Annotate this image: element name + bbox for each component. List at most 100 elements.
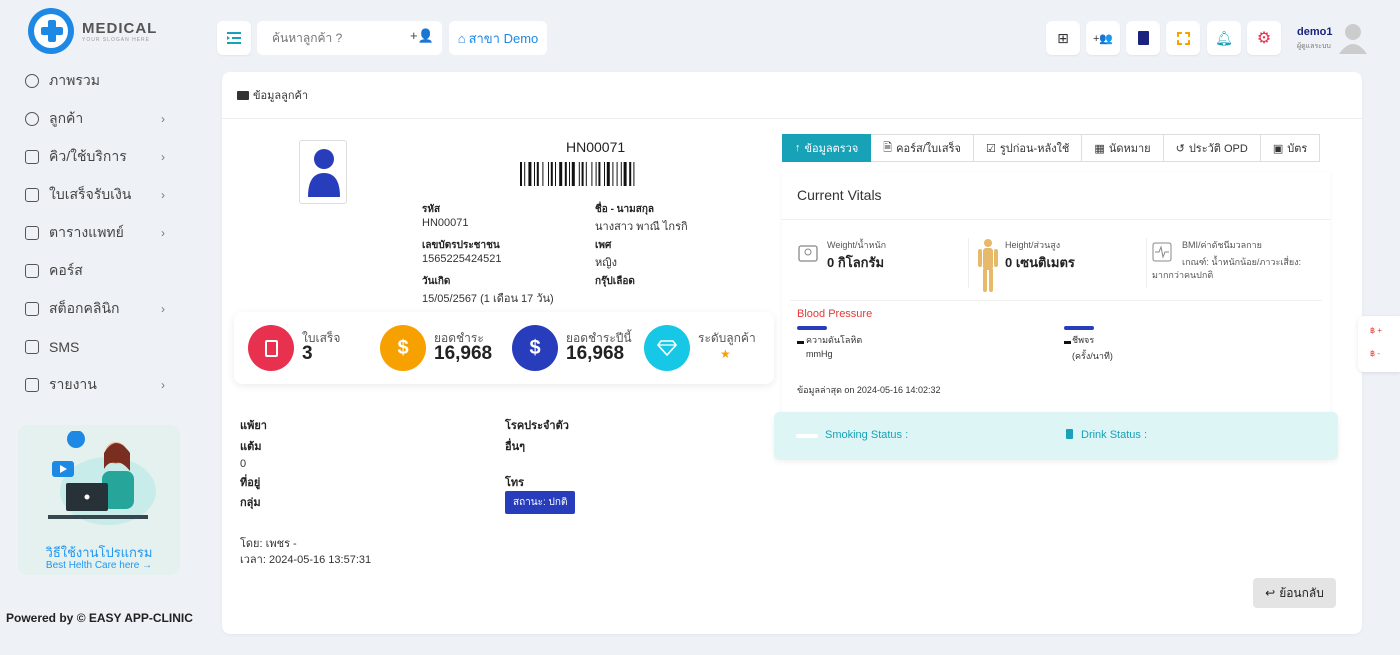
tab-opd-history[interactable]: ↺ ประวัติ OPD bbox=[1163, 134, 1261, 162]
arrow-up-icon: ↑ bbox=[795, 142, 801, 154]
group-field: กลุ่ม bbox=[240, 493, 261, 511]
sidebar-item-sms[interactable]: SMS bbox=[0, 328, 200, 366]
pulse-progress bbox=[1064, 326, 1094, 330]
sidebar: MEDICAL YOUR SLOGAN HERE ภาพรวม ลูกค้า › … bbox=[0, 0, 200, 655]
sidebar-item-label: สต็อกคลินิก bbox=[49, 300, 120, 316]
vitals-title: Current Vitals bbox=[797, 187, 882, 203]
settings-button[interactable]: ⚙ bbox=[1247, 21, 1281, 55]
promo-link[interactable]: Best Helth Care here → bbox=[18, 560, 180, 571]
blood-label: กรุ๊ปเลือด bbox=[595, 276, 635, 287]
fullscreen-button[interactable] bbox=[1166, 21, 1200, 55]
weight-label: Weight/น้ำหนัก bbox=[827, 240, 887, 250]
help-promo-card[interactable]: วิธีใช้งานโปรแกรม Best Helth Care here → bbox=[18, 425, 180, 575]
smoking-icon bbox=[796, 434, 818, 438]
tab-label: รูปก่อน-หลังใช้ bbox=[999, 143, 1070, 155]
add-customer-icon[interactable]: +👤 bbox=[410, 28, 434, 44]
add-users-button[interactable]: +👥 bbox=[1086, 21, 1120, 55]
other-label: อื่นๆ bbox=[505, 441, 526, 453]
drink-icon bbox=[1066, 429, 1073, 439]
allergy-field: แพ้ยา bbox=[240, 416, 267, 434]
tab-courses-receipts[interactable]: 🗎 คอร์ส/ใบเสร็จ bbox=[871, 134, 974, 162]
check-square-icon: ☑ bbox=[985, 142, 996, 155]
pulse-unit: (ครั้ง/นาที) bbox=[1072, 351, 1113, 361]
height-value: 0 เซนติเมตร bbox=[1005, 255, 1075, 270]
book-icon bbox=[25, 264, 39, 278]
customer-info-card: ข้อมูลลูกค้า HN00071 รหัส HN00071 ชื่อ - … bbox=[222, 72, 1362, 634]
record-tabs: ↑ ข้อมูลตรวจ 🗎 คอร์ส/ใบเสร็จ ☑ รูปก่อน-หลัง… bbox=[782, 134, 1321, 162]
price-floater: ฿ + ฿ - bbox=[1358, 316, 1400, 372]
stat-value: 16,968 bbox=[566, 343, 625, 364]
diamond-icon bbox=[644, 325, 690, 371]
chevron-right-icon: › bbox=[161, 150, 165, 164]
card-header: ข้อมูลลูกค้า bbox=[222, 72, 1362, 119]
divider bbox=[782, 219, 1330, 220]
created-time: เวลา: 2024-05-16 13:57:31 bbox=[240, 554, 372, 566]
menu-toggle-button[interactable] bbox=[217, 21, 251, 55]
tab-appointments[interactable]: ▦ นัดหมาย bbox=[1082, 134, 1164, 162]
other-field: อื่นๆ bbox=[505, 437, 525, 455]
drink-status: Drink Status : bbox=[1081, 429, 1148, 441]
blood-field: กรุ๊ปเลือด bbox=[595, 274, 635, 289]
tab-label: คอร์ส/ใบเสร็จ bbox=[896, 143, 961, 155]
tab-before-after-photos[interactable]: ☑ รูปก่อน-หลังใช้ bbox=[973, 134, 1083, 162]
address-field: ที่อยู่ bbox=[240, 473, 260, 491]
branch-button[interactable]: ⌂ สาขา Demo bbox=[449, 21, 547, 55]
stat-customer-level: ระดับลูกค้า ★ bbox=[644, 325, 756, 371]
vitals-updated: ข้อมูลล่าสุด on 2024-05-16 14:02:32 bbox=[797, 385, 941, 395]
server-icon bbox=[25, 302, 39, 316]
points-label: แต้ม bbox=[240, 441, 262, 453]
sidebar-item-reports[interactable]: รายงาน › bbox=[0, 366, 200, 404]
avatar[interactable] bbox=[1338, 22, 1368, 54]
reply-icon: ↩ bbox=[1265, 586, 1276, 600]
bell-icon: 🔔︎ bbox=[1215, 29, 1233, 46]
tab-label: นัดหมาย bbox=[1108, 143, 1151, 155]
sidebar-nav: ภาพรวม ลูกค้า › คิว/ใช้บริการ › ใบเสร็จรับ… bbox=[0, 62, 200, 404]
receipt-icon bbox=[248, 325, 294, 371]
status-field: สถานะ: ปกติ bbox=[505, 491, 576, 514]
name-field: ชื่อ - นามสกุล นางสาว พาณี ไกรกิ bbox=[595, 202, 688, 235]
patient-photo[interactable] bbox=[299, 140, 347, 204]
book-icon bbox=[1137, 31, 1149, 45]
tab-exam-info[interactable]: ↑ ข้อมูลตรวจ bbox=[782, 134, 872, 162]
sidebar-item-overview[interactable]: ภาพรวม bbox=[0, 62, 200, 100]
expand-icon bbox=[1176, 31, 1190, 45]
branch-label: สาขา Demo bbox=[468, 30, 539, 46]
lifestyle-status-bar: Smoking Status : Drink Status : bbox=[774, 412, 1338, 460]
sidebar-item-doctor-schedule[interactable]: ตารางแพทย์ › bbox=[0, 214, 200, 252]
tab-label: ข้อมูลตรวจ bbox=[804, 143, 859, 155]
sidebar-item-receipts[interactable]: ใบเสร็จรับเงิน › bbox=[0, 176, 200, 214]
sidebar-item-courses[interactable]: คอร์ส bbox=[0, 252, 200, 290]
current-vitals-panel: Current Vitals Weight/น้ำหนัก 0 กิโลกรัม… bbox=[782, 172, 1330, 412]
id-label: เลขบัตรประชาชน bbox=[422, 240, 500, 251]
activity-icon bbox=[1152, 242, 1172, 262]
mail-icon bbox=[25, 340, 39, 354]
users-icon bbox=[25, 112, 39, 126]
notifications-button[interactable]: 🔔︎ bbox=[1207, 21, 1241, 55]
tab-label: ประวัติ OPD bbox=[1188, 143, 1248, 155]
sidebar-item-customers[interactable]: ลูกค้า › bbox=[0, 100, 200, 138]
code-label: รหัส bbox=[422, 204, 441, 215]
sidebar-item-queue[interactable]: คิว/ใช้บริการ › bbox=[0, 138, 200, 176]
barcode bbox=[520, 162, 635, 186]
gender-label: เพศ bbox=[595, 240, 612, 251]
new-document-button[interactable]: ⊞ bbox=[1046, 21, 1080, 55]
chevron-right-icon: › bbox=[161, 378, 165, 392]
gear-icon: ⚙ bbox=[1256, 30, 1272, 47]
dollar-icon: $ bbox=[380, 325, 426, 371]
price-minus-button[interactable]: ฿ - bbox=[1370, 349, 1380, 358]
gender-value: หญิง bbox=[595, 257, 617, 269]
tab-card[interactable]: ▣ บัตร bbox=[1260, 134, 1321, 162]
sidebar-item-stock[interactable]: สต็อกคลินิก › bbox=[0, 290, 200, 328]
chronic-label: โรคประจำตัว bbox=[505, 420, 569, 432]
sidebar-item-label: ภาพรวม bbox=[49, 72, 100, 88]
star-icon: ★ bbox=[720, 347, 731, 361]
chevron-right-icon: › bbox=[161, 302, 165, 316]
id-value: 1565225424521 bbox=[422, 253, 502, 265]
back-button[interactable]: ↩ ย้อนกลับ bbox=[1253, 578, 1336, 608]
logo[interactable]: MEDICAL YOUR SLOGAN HERE bbox=[28, 8, 157, 54]
powered-by: Powered by © EASY APP-CLINIC bbox=[6, 611, 193, 625]
gender-field: เพศหญิง bbox=[595, 238, 617, 271]
bookmark-button[interactable] bbox=[1126, 21, 1160, 55]
id-card-icon: ▣ bbox=[1272, 142, 1284, 155]
price-plus-button[interactable]: ฿ + bbox=[1370, 326, 1382, 335]
